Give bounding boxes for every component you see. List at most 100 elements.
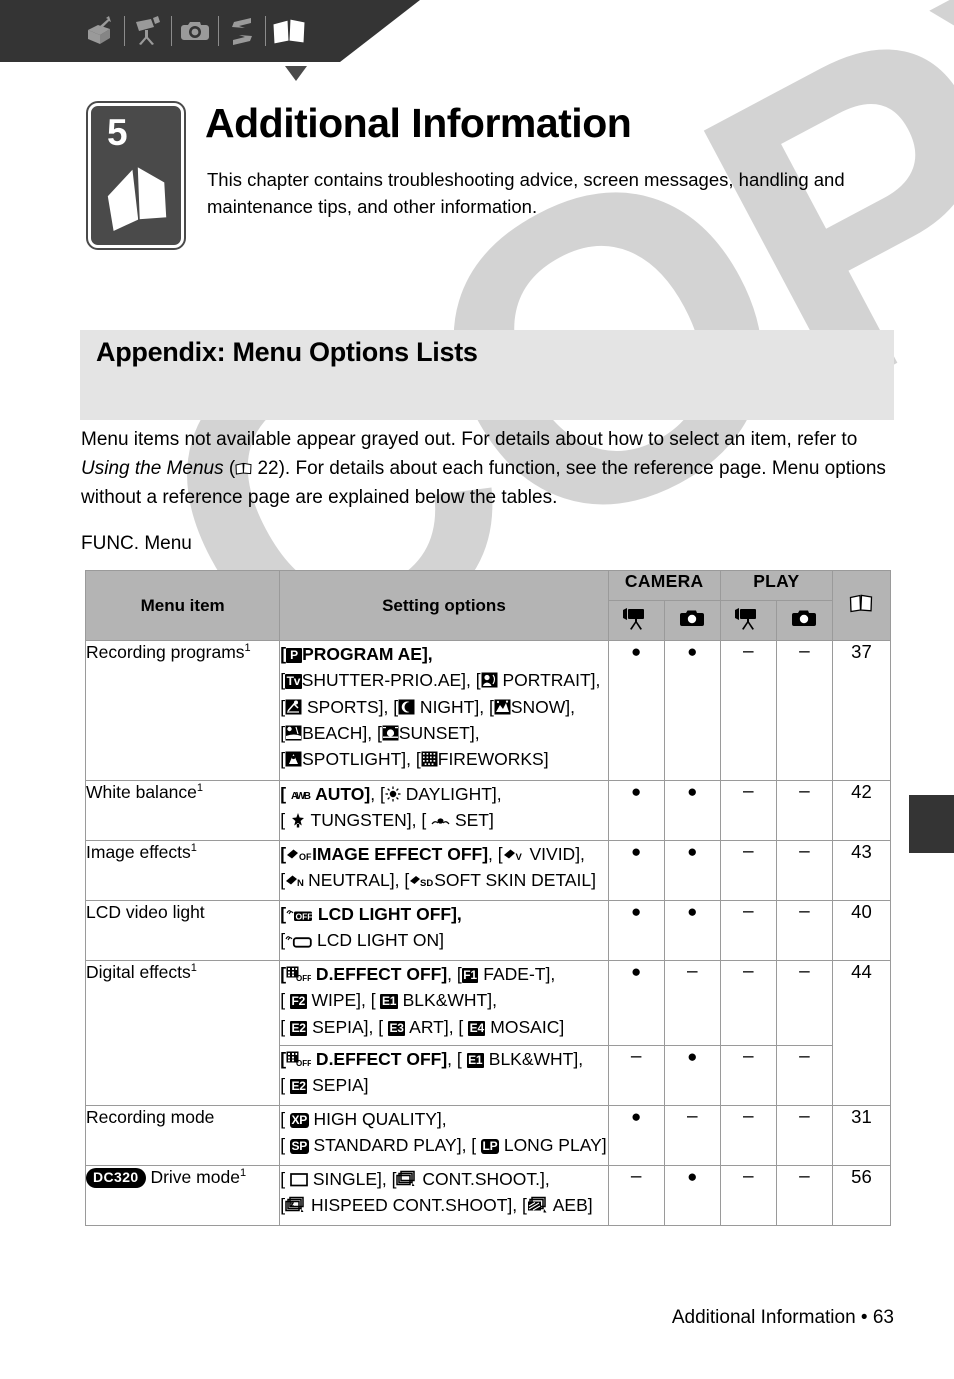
unavailable-dash: – — [743, 961, 754, 982]
svg-text:OFF: OFF — [296, 1059, 311, 1067]
setting-option-line: [ SPORTS], [ NIGHT], [SNOW], — [280, 696, 575, 717]
transfer-arrows-icon[interactable] — [219, 9, 265, 53]
intro-box-icon[interactable] — [78, 9, 124, 53]
lcd-glyph-tv: Tv — [285, 674, 302, 690]
svg-text:N: N — [297, 878, 304, 888]
cell-reference-page: 37 — [831, 640, 892, 781]
col-header-play-video — [719, 600, 777, 641]
cell-setting-options: [OFF D.EFFECT OFF], [ E1 BLK&WHT], [ E2 S… — [279, 1045, 609, 1106]
table-row: Recording programs1[P PROGRAM AE], [TvSHUT… — [84, 640, 892, 781]
cell-camera-photo: ● — [663, 840, 721, 901]
available-dot: ● — [687, 1047, 698, 1066]
camcorder-tripod-icon[interactable] — [125, 9, 171, 53]
section-band-lower — [80, 392, 894, 420]
cell-play-video: – — [719, 1045, 777, 1106]
setting-option-line: [BEACH], [SUNSET], — [280, 722, 480, 743]
available-dot: ● — [631, 902, 642, 921]
book-page-ref-icon — [850, 594, 873, 612]
lcd-light-on-icon — [285, 930, 312, 950]
col-header-menu-item: Menu item — [84, 570, 281, 641]
cell-camera-photo: – — [663, 1105, 721, 1166]
photo-camera-icon[interactable] — [172, 9, 218, 53]
setting-option-line: [OFF D.EFFECT OFF], [F1 FADE-T], — [280, 964, 556, 984]
footnote-marker: 1 — [190, 842, 197, 855]
unavailable-dash: – — [743, 641, 754, 662]
chapter-description: This chapter contains troubleshooting ad… — [207, 169, 845, 217]
lcd-glyph-e1: E1 — [466, 1053, 484, 1068]
table-row: DC320 Drive mode1[ SINGLE], [ CONT.SHOOT… — [84, 1165, 892, 1226]
beach-icon — [285, 723, 302, 743]
chapter-header: 5 Additional Information This chapter co… — [0, 100, 954, 260]
cell-camera-photo: ● — [663, 780, 721, 841]
sports-icon — [285, 697, 302, 717]
open-book-icon[interactable] — [266, 9, 312, 53]
camcorder-icon — [623, 608, 645, 630]
unavailable-dash: – — [743, 841, 754, 862]
unavailable-dash: – — [799, 1166, 810, 1187]
cell-camera-video: ● — [607, 840, 665, 901]
cell-camera-video: ● — [607, 1105, 665, 1166]
portrait-icon — [481, 670, 498, 690]
available-dot: ● — [687, 782, 698, 801]
svg-text:OFF: OFF — [296, 974, 311, 982]
unavailable-dash: – — [799, 781, 810, 802]
setting-option-line: [N NEUTRAL], [SD SOFT SKIN DETAIL] — [280, 870, 596, 891]
vivid-icon: V — [503, 844, 525, 864]
cell-camera-video: ● — [607, 780, 665, 841]
cell-setting-options: [ XP HIGH QUALITY], [ SP STANDARD PLAY], … — [279, 1105, 609, 1166]
unavailable-dash: – — [686, 961, 698, 982]
active-chapter-arrow — [285, 66, 307, 81]
cell-play-video: – — [719, 640, 777, 781]
cell-play-video: – — [719, 900, 777, 961]
footnote-marker: 1 — [244, 642, 251, 655]
unavailable-dash: – — [630, 1166, 642, 1187]
unavailable-dash: – — [799, 841, 810, 862]
cell-play-photo: – — [775, 780, 833, 841]
setting-option-line: [ E2 SEPIA] — [280, 1075, 369, 1096]
camcorder-icon — [735, 608, 757, 630]
sunset-icon — [382, 723, 399, 743]
svg-text:OFF: OFF — [296, 912, 313, 922]
setting-option-line: [ E2 SEPIA], [ E3 ART], [ E4 MOSAIC] — [280, 1016, 565, 1037]
cell-reference-page: 42 — [831, 780, 892, 841]
table-row: Digital effects1[OFF D.EFFECT OFF], [F1 … — [84, 960, 892, 1106]
unavailable-dash: – — [743, 1166, 754, 1187]
footnote-marker: 1 — [239, 1167, 247, 1180]
single-frame-icon — [290, 1169, 308, 1189]
page-title: Additional Information — [205, 100, 632, 146]
cell-camera-video: ● — [607, 900, 665, 961]
daylight-sun-icon — [385, 784, 401, 804]
cell-camera-photo: ● — [663, 1165, 721, 1226]
hispeed-cont-icon — [285, 1195, 306, 1215]
lcd-glyph-f1: F1 — [461, 968, 479, 983]
available-dot: ● — [631, 782, 642, 801]
cell-camera-photo: ● — [663, 900, 721, 961]
cell-setting-options: [OFF LCD LIGHT OFF], [ LCD LIGHT ON] — [279, 900, 609, 961]
page-footer: Additional Information • 63 — [671, 1307, 894, 1328]
unavailable-dash: – — [799, 901, 810, 922]
svg-text:SD: SD — [420, 878, 433, 888]
cell-menu-item: DC320 Drive mode1 — [84, 1165, 281, 1226]
setting-option-line: [ TUNGSTEN], [ SET] — [280, 810, 494, 831]
d-effect-off-icon: OFF — [286, 964, 312, 984]
unavailable-dash: – — [630, 1046, 642, 1067]
unavailable-dash: – — [743, 901, 754, 922]
unavailable-dash: – — [743, 1106, 754, 1127]
neutral-icon: N — [285, 870, 308, 890]
cell-play-photo: – — [775, 900, 833, 961]
unavailable-dash: – — [743, 781, 754, 802]
cell-play-photo: – — [775, 640, 833, 781]
table-row: LCD video light[OFF LCD LIGHT OFF], [ LCD… — [84, 900, 892, 961]
cell-camera-video: ● — [607, 960, 665, 1046]
chapter-badge: 5 — [86, 101, 186, 250]
section-title: Appendix: Menu Options Lists — [96, 337, 478, 367]
footnote-marker: 1 — [196, 782, 204, 795]
intro-text-part1: Menu items not available appear grayed o… — [81, 429, 858, 450]
svg-text:OFF: OFF — [299, 852, 312, 862]
night-moon-icon — [398, 697, 415, 717]
available-dot: ● — [631, 842, 642, 861]
cell-menu-item: LCD video light — [84, 900, 281, 961]
intro-ref-page: 22 — [257, 458, 279, 480]
available-dot: ● — [687, 642, 698, 661]
setting-option-line: [P PROGRAM AE], — [280, 644, 433, 664]
